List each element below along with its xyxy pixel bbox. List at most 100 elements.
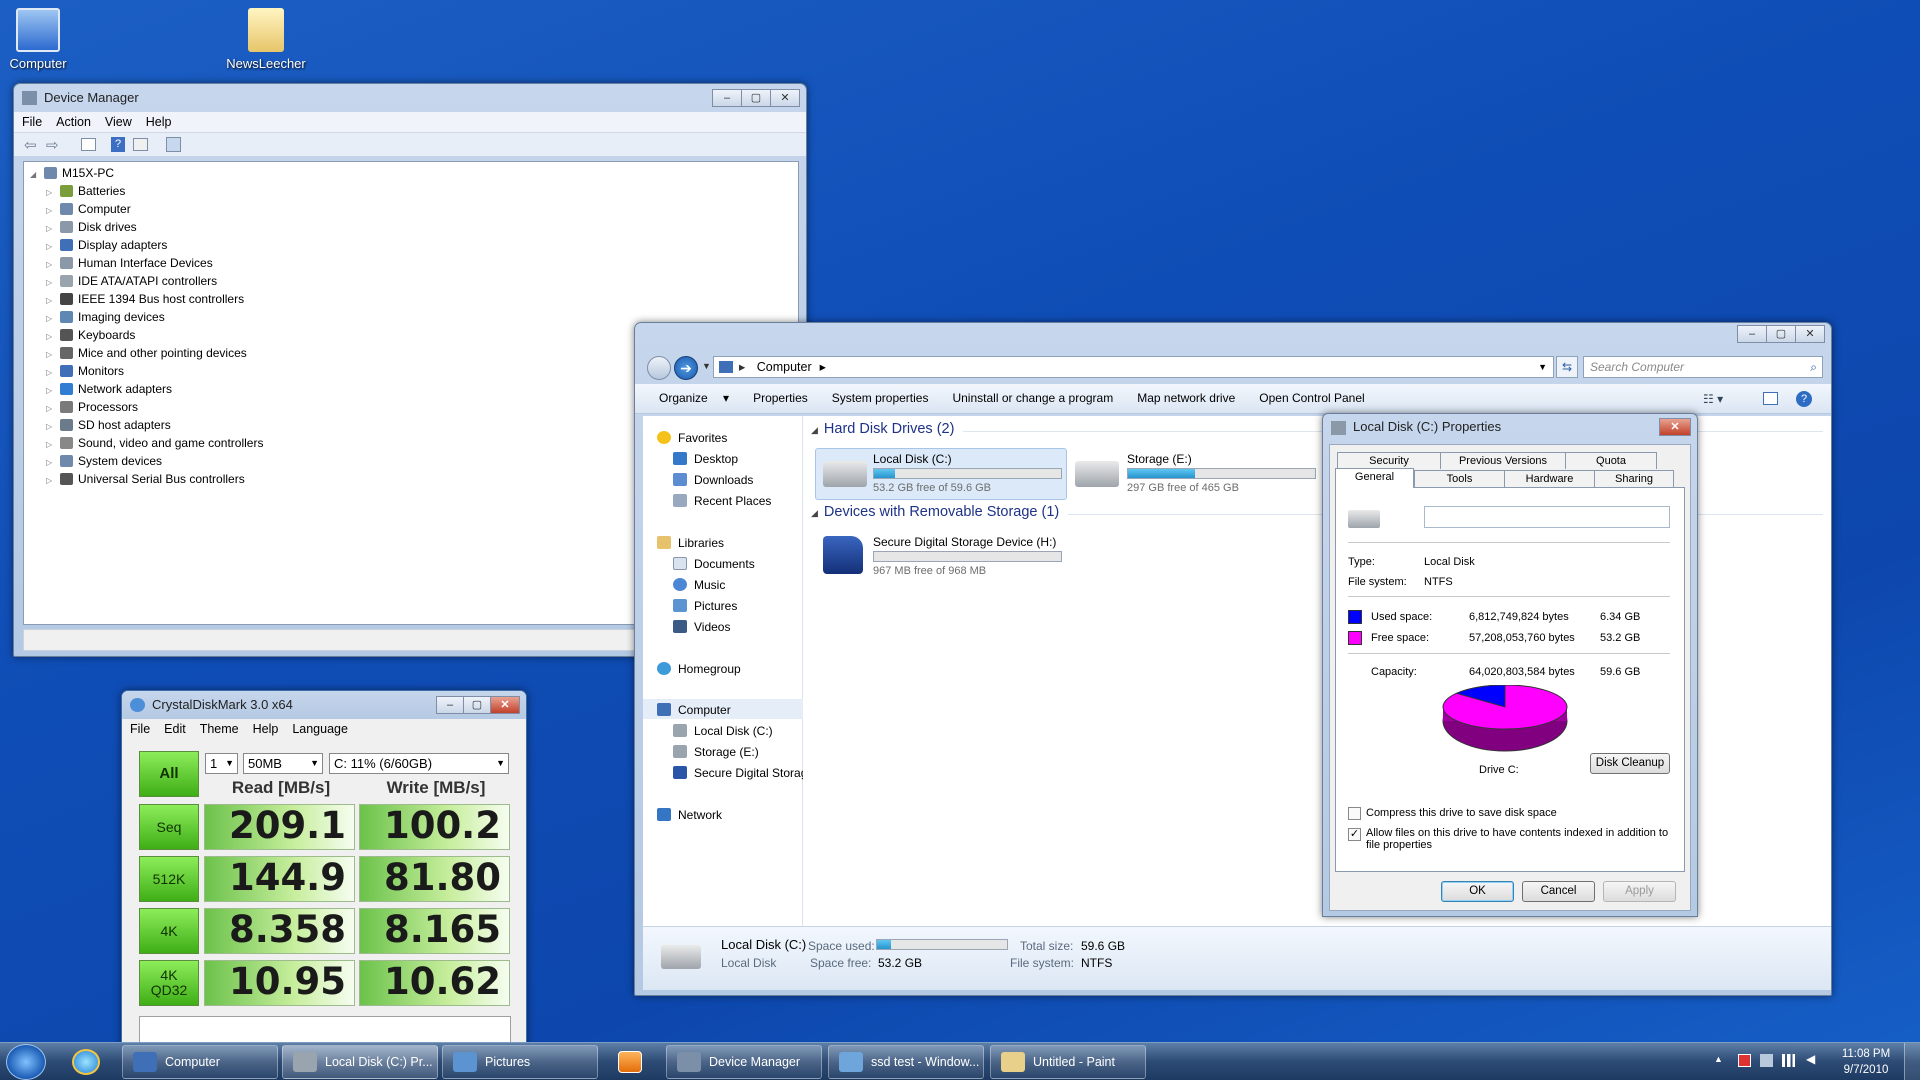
- media-player-icon[interactable]: [618, 1051, 642, 1073]
- tree-item[interactable]: ▷ Display adapters: [46, 236, 167, 254]
- title-bar[interactable]: CrystalDiskMark 3.0 x64 – ▢ ✕: [122, 691, 526, 719]
- internet-explorer-icon[interactable]: [72, 1049, 100, 1075]
- collapse-icon[interactable]: ◢: [30, 166, 38, 184]
- tree-item[interactable]: ▷ IEEE 1394 Bus host controllers: [46, 290, 244, 308]
- expand-icon[interactable]: ▷: [46, 472, 54, 490]
- menu-edit[interactable]: Edit: [164, 719, 186, 739]
- open-control-panel-button[interactable]: Open Control Panel: [1259, 384, 1364, 413]
- tab-previous-versions[interactable]: Previous Versions: [1440, 452, 1566, 469]
- nav-libraries[interactable]: Libraries: [657, 534, 724, 552]
- test-size-select[interactable]: 50MB ▼: [243, 753, 323, 774]
- drive-select[interactable]: C: 11% (6/60GB) ▼: [329, 753, 509, 774]
- disk-cleanup-button[interactable]: Disk Cleanup: [1590, 753, 1670, 774]
- taskbar-item-device-manager[interactable]: Device Manager: [666, 1045, 822, 1079]
- uninstall-program-button[interactable]: Uninstall or change a program: [952, 384, 1113, 413]
- drive-name-e[interactable]: Storage (E:): [1127, 452, 1192, 466]
- drive-label-input[interactable]: [1424, 506, 1670, 528]
- taskbar-item-properties[interactable]: Local Disk (C:) Pr...: [282, 1045, 438, 1079]
- nav-desktop[interactable]: Desktop: [673, 450, 738, 468]
- tree-item[interactable]: ▷ Human Interface Devices: [46, 254, 213, 272]
- apply-button[interactable]: Apply: [1603, 881, 1676, 902]
- help-icon[interactable]: ?: [111, 137, 125, 152]
- tree-item[interactable]: ▷ Processors: [46, 398, 138, 416]
- nav-local-disk-c[interactable]: Local Disk (C:): [673, 722, 773, 740]
- menu-file[interactable]: File: [22, 112, 42, 132]
- preview-pane-icon[interactable]: [1763, 392, 1778, 405]
- nav-network[interactable]: Network: [657, 806, 722, 824]
- maximize-button[interactable]: ▢: [741, 89, 771, 107]
- close-button[interactable]: ✕: [490, 696, 520, 714]
- nav-documents[interactable]: Documents: [673, 555, 755, 573]
- group-header-removable[interactable]: ◢ Devices with Removable Storage (1): [811, 504, 1059, 520]
- nav-favorites[interactable]: Favorites: [657, 429, 727, 447]
- tree-item[interactable]: ▷ Disk drives: [46, 218, 137, 236]
- menu-theme[interactable]: Theme: [200, 719, 239, 739]
- nav-pictures[interactable]: Pictures: [673, 597, 737, 615]
- minimize-button[interactable]: –: [712, 89, 742, 107]
- nav-secure-digital[interactable]: Secure Digital Storag: [673, 764, 807, 782]
- test-button-row[interactable]: 4K QD32: [139, 960, 199, 1006]
- nav-homegroup[interactable]: Homegroup: [657, 660, 741, 678]
- signal-icon[interactable]: [1782, 1054, 1795, 1067]
- index-checkbox[interactable]: ✓: [1348, 828, 1361, 841]
- tree-item[interactable]: ▷ Network adapters: [46, 380, 172, 398]
- test-button-row[interactable]: 4K: [139, 908, 199, 954]
- refresh-button[interactable]: ⇆: [1556, 356, 1578, 378]
- maximize-button[interactable]: ▢: [1766, 325, 1796, 343]
- show-hidden-icons-icon[interactable]: ▲: [1714, 1054, 1723, 1064]
- cancel-button[interactable]: Cancel: [1522, 881, 1595, 902]
- back-button[interactable]: [647, 356, 671, 380]
- action-center-icon[interactable]: [1738, 1054, 1751, 1067]
- network-icon[interactable]: [1760, 1054, 1773, 1067]
- properties-button[interactable]: Properties: [753, 384, 808, 413]
- back-arrow-icon[interactable]: ⇦: [24, 136, 37, 154]
- title-bar[interactable]: – ▢ ✕: [635, 323, 1831, 347]
- title-bar[interactable]: Device Manager – ▢ ✕: [14, 84, 806, 112]
- search-input[interactable]: Search Computer ⌕: [1583, 356, 1823, 378]
- system-properties-button[interactable]: System properties: [832, 384, 929, 413]
- tree-item[interactable]: ▷ Monitors: [46, 362, 124, 380]
- tree-item[interactable]: ▷ Mice and other pointing devices: [46, 344, 247, 362]
- tree-root[interactable]: ◢ M15X-PC: [30, 164, 114, 182]
- tree-item[interactable]: ▷ Imaging devices: [46, 308, 165, 326]
- nav-recent-places[interactable]: Recent Places: [673, 492, 771, 510]
- properties-icon[interactable]: [133, 138, 148, 151]
- tree-item[interactable]: ▷ System devices: [46, 452, 162, 470]
- help-icon[interactable]: ?: [1796, 391, 1812, 407]
- ok-button[interactable]: OK: [1441, 881, 1514, 902]
- minimize-button[interactable]: –: [1737, 325, 1767, 343]
- organize-button[interactable]: Organize ▾: [647, 384, 729, 413]
- minimize-button[interactable]: –: [436, 696, 464, 714]
- test-button-row[interactable]: Seq: [139, 804, 199, 850]
- run-count-select[interactable]: 1 ▼: [205, 753, 238, 774]
- recent-pages-icon[interactable]: ▼: [702, 361, 711, 371]
- address-dropdown-icon[interactable]: ▼: [1538, 357, 1547, 377]
- nav-storage-e[interactable]: Storage (E:): [673, 743, 759, 761]
- tree-item[interactable]: ▷ IDE ATA/ATAPI controllers: [46, 272, 217, 290]
- tree-item[interactable]: ▷ SD host adapters: [46, 416, 171, 434]
- desktop-icon-computer[interactable]: Computer: [0, 8, 83, 71]
- tab-security[interactable]: Security: [1337, 452, 1441, 469]
- scan-hardware-icon[interactable]: [166, 137, 181, 152]
- desktop-icon-newsleecher[interactable]: NewsLeecher: [221, 8, 311, 71]
- title-bar[interactable]: Local Disk (C:) Properties ✕: [1323, 414, 1697, 440]
- tab-sharing[interactable]: Sharing: [1594, 470, 1674, 487]
- menu-view[interactable]: View: [105, 112, 132, 132]
- map-network-drive-button[interactable]: Map network drive: [1137, 384, 1235, 413]
- nav-computer[interactable]: Computer: [657, 701, 731, 719]
- clock[interactable]: 11:08 PM 9/7/2010: [1836, 1046, 1896, 1078]
- tree-item[interactable]: ▷ Batteries: [46, 182, 125, 200]
- all-button[interactable]: All: [139, 751, 199, 797]
- tab-hardware[interactable]: Hardware: [1504, 470, 1595, 487]
- menu-help[interactable]: Help: [253, 719, 279, 739]
- address-bar[interactable]: ▸ Computer ▸ ▼: [713, 356, 1554, 378]
- menu-language[interactable]: Language: [292, 719, 348, 739]
- view-options-icon[interactable]: ☷ ▾: [1703, 392, 1733, 406]
- close-button[interactable]: ✕: [1795, 325, 1825, 343]
- maximize-button[interactable]: ▢: [463, 696, 491, 714]
- tab-general[interactable]: General: [1335, 468, 1414, 488]
- close-button[interactable]: ✕: [1659, 418, 1691, 436]
- nav-music[interactable]: Music: [673, 576, 725, 594]
- show-hide-tree-icon[interactable]: [81, 138, 96, 151]
- taskbar-item-ssd-test[interactable]: ssd test - Window...: [828, 1045, 984, 1079]
